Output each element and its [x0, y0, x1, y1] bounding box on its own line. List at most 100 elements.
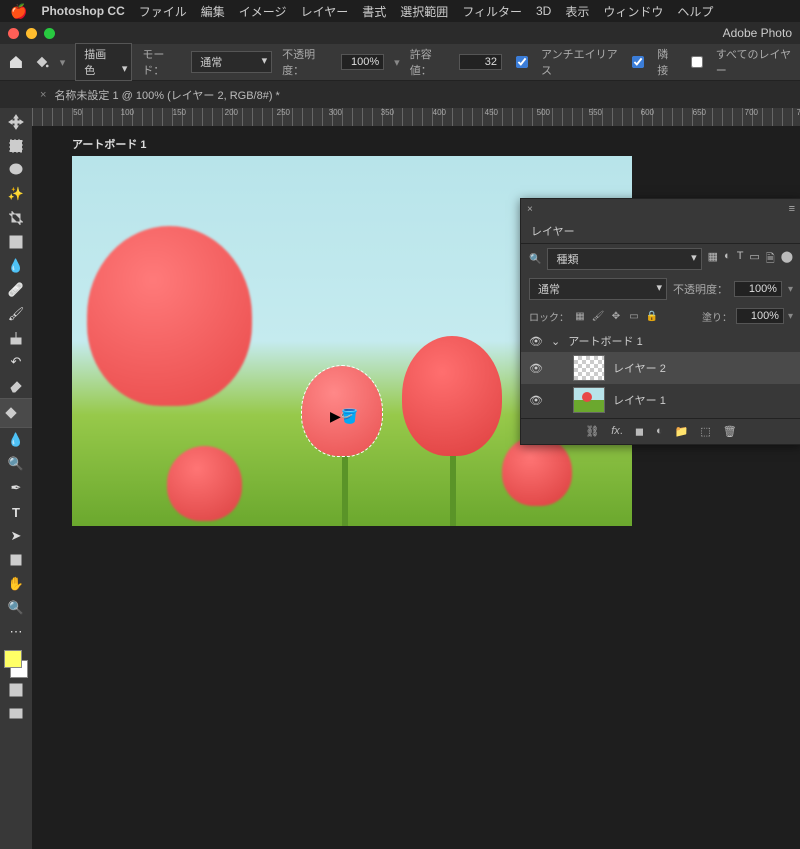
panel-menu-icon[interactable]: ≡	[789, 203, 795, 215]
opacity-input[interactable]: 100%	[341, 54, 385, 70]
artboard-name[interactable]: アートボード 1	[568, 333, 643, 349]
more-tools[interactable]: ⋯	[2, 620, 30, 644]
lock-artboard-icon[interactable]: ▭	[627, 311, 641, 322]
path-selection-tool[interactable]: ➤	[2, 524, 30, 548]
minimize-button[interactable]	[26, 28, 37, 39]
all-layers-label: すべてのレイヤー	[716, 46, 792, 78]
artboard-group[interactable]: 👁 ⌄ アートボード 1	[521, 330, 800, 352]
move-tool[interactable]	[2, 110, 30, 134]
visibility-toggle[interactable]: 👁	[529, 335, 543, 348]
quick-mask-toggle[interactable]	[2, 678, 30, 702]
new-layer-icon[interactable]: ⬚	[700, 425, 710, 438]
layer-thumbnail[interactable]	[573, 387, 605, 413]
contiguous-checkbox[interactable]	[632, 56, 644, 68]
antialias-label: アンチエイリアス	[541, 46, 618, 78]
foreground-color-swatch[interactable]	[4, 650, 22, 668]
all-layers-checkbox[interactable]	[691, 56, 703, 68]
filter-pixel-icon[interactable]: ▦	[708, 250, 718, 269]
lasso-tool[interactable]	[2, 158, 30, 182]
screen-mode-toggle[interactable]	[2, 702, 30, 726]
frame-tool[interactable]	[2, 230, 30, 254]
menu-file[interactable]: ファイル	[139, 3, 187, 20]
hand-tool[interactable]: ✋	[2, 572, 30, 596]
layer-row[interactable]: 👁 レイヤー 2	[521, 352, 800, 384]
filter-smart-icon[interactable]: 🗎	[766, 250, 775, 269]
home-icon[interactable]	[8, 53, 24, 71]
menu-image[interactable]: イメージ	[239, 3, 287, 20]
document-tab[interactable]: 名称未設定 1 @ 100% (レイヤー 2, RGB/8#) *	[54, 87, 279, 103]
paint-bucket-cursor: ▶🪣	[330, 408, 358, 425]
zoom-tool[interactable]: 🔍	[2, 596, 30, 620]
layers-tab[interactable]: レイヤー	[521, 219, 800, 244]
canvas-area: 5010015020025030035040045050055060065070…	[32, 108, 800, 849]
visibility-toggle[interactable]: 👁	[529, 394, 543, 407]
layer-name[interactable]: レイヤー 2	[613, 360, 666, 376]
search-icon[interactable]: 🔍	[529, 254, 541, 265]
layer-fx-icon[interactable]: fx.	[611, 425, 623, 438]
contiguous-label: 隣接	[657, 46, 676, 78]
blend-mode-select[interactable]: 通常	[191, 51, 272, 73]
antialias-checkbox[interactable]	[516, 56, 528, 68]
crop-tool[interactable]	[2, 206, 30, 230]
filter-shape-icon[interactable]: ▭	[749, 250, 759, 269]
eyedropper-tool[interactable]: 💧	[2, 254, 30, 278]
menu-layer[interactable]: レイヤー	[301, 3, 349, 20]
menu-3d[interactable]: 3D	[536, 4, 551, 18]
menu-filter[interactable]: フィルター	[462, 3, 522, 20]
healing-brush-tool[interactable]: 🩹	[2, 278, 30, 302]
apple-menu[interactable]: 🍎	[10, 3, 27, 20]
options-bar: ▾ 描画色 モード： 通常 不透明度： 100%▾ 許容値： 32 アンチエイリ…	[0, 44, 800, 81]
filter-type-icon[interactable]: T	[737, 250, 744, 269]
panel-close-icon[interactable]: ×	[527, 204, 533, 215]
magic-wand-tool[interactable]: ✨	[2, 182, 30, 206]
zoom-button[interactable]	[44, 28, 55, 39]
layer-mask-icon[interactable]: ◼	[635, 425, 644, 438]
link-layers-icon[interactable]: ⛓	[585, 425, 599, 438]
menu-view[interactable]: 表示	[565, 3, 589, 20]
color-swatches[interactable]	[2, 650, 30, 678]
blur-tool[interactable]: 💧	[2, 428, 30, 452]
paint-bucket-icon[interactable]	[34, 53, 50, 71]
chevron-down-icon[interactable]: ⌄	[551, 335, 560, 348]
tolerance-input[interactable]: 32	[459, 54, 503, 70]
layer-opacity-input[interactable]: 100%	[734, 281, 782, 297]
layer-blend-select[interactable]: 通常	[529, 278, 667, 300]
filter-kind-select[interactable]: 種類	[547, 248, 701, 270]
filter-toggle-icon[interactable]: ⬤	[781, 250, 793, 269]
filter-adjustment-icon[interactable]: ◐	[724, 250, 731, 269]
menu-type[interactable]: 書式	[362, 3, 386, 20]
new-group-icon[interactable]: 📁	[675, 425, 689, 438]
menu-help[interactable]: ヘルプ	[677, 3, 713, 20]
layer-row[interactable]: 👁 レイヤー 1	[521, 384, 800, 416]
lock-image-icon[interactable]: 🖌	[591, 311, 605, 322]
eraser-tool[interactable]	[2, 374, 30, 398]
layer-name[interactable]: レイヤー 1	[613, 392, 666, 408]
fill-opacity-input[interactable]: 100%	[736, 308, 784, 324]
menu-edit[interactable]: 編集	[201, 3, 225, 20]
menu-window[interactable]: ウィンドウ	[603, 3, 663, 20]
type-tool[interactable]: T	[2, 500, 30, 524]
marquee-tool[interactable]	[2, 134, 30, 158]
image-content	[502, 436, 572, 506]
adjustment-layer-icon[interactable]: ◐	[656, 425, 663, 438]
artboard-label[interactable]: アートボード 1	[72, 136, 147, 152]
lock-position-icon[interactable]: ✥	[609, 311, 623, 322]
shape-tool[interactable]	[2, 548, 30, 572]
lock-transparency-icon[interactable]: ▦	[573, 311, 587, 322]
close-button[interactable]	[8, 28, 19, 39]
delete-layer-icon[interactable]: 🗑	[723, 425, 737, 438]
pen-tool[interactable]: ✒	[2, 476, 30, 500]
history-brush-tool[interactable]: ↶	[2, 350, 30, 374]
tab-close-icon[interactable]: ×	[40, 89, 46, 101]
mode-label: モード：	[142, 46, 181, 78]
visibility-toggle[interactable]: 👁	[529, 362, 543, 375]
dodge-tool[interactable]: 🔍	[2, 452, 30, 476]
document-tabs: × 名称未設定 1 @ 100% (レイヤー 2, RGB/8#) *	[0, 81, 800, 109]
brush-tool[interactable]: 🖌	[2, 302, 30, 326]
menu-select[interactable]: 選択範囲	[400, 3, 448, 20]
lock-all-icon[interactable]: 🔒	[645, 311, 659, 322]
layer-thumbnail[interactable]	[573, 355, 605, 381]
clone-stamp-tool[interactable]	[2, 326, 30, 350]
app-name[interactable]: Photoshop CC	[41, 4, 124, 18]
fill-mode-select[interactable]: 描画色	[75, 43, 132, 81]
